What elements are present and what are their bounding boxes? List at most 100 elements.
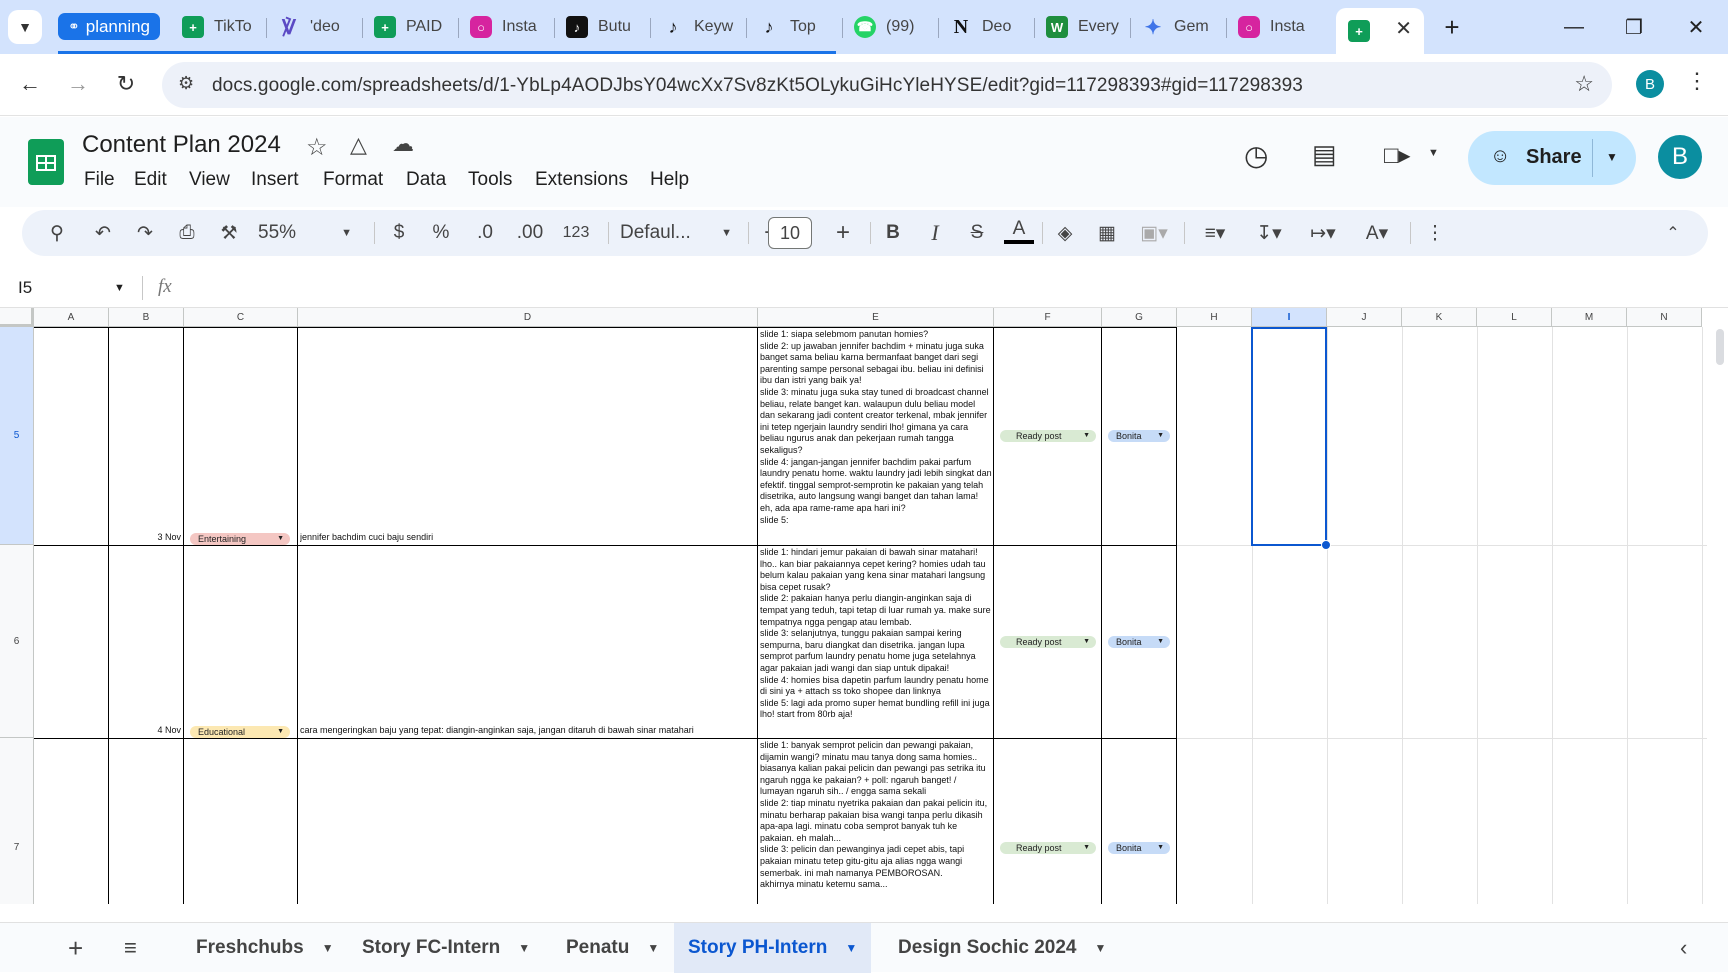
back-button[interactable]: ←: [12, 66, 48, 102]
spreadsheet-grid[interactable]: A B C D E F G H I J K L M N 5 6 7 3 Nov …: [0, 308, 1710, 904]
menu-help[interactable]: Help: [650, 169, 689, 191]
minimize-button[interactable]: —: [1554, 12, 1594, 42]
script-cell[interactable]: slide 1: siapa selebmom panutan homies? …: [760, 329, 992, 544]
date-cell[interactable]: 4 Nov: [110, 725, 181, 737]
undo-icon[interactable]: ↶: [88, 218, 118, 248]
script-cell[interactable]: slide 1: banyak semprot pelicin dan pewa…: [760, 740, 992, 900]
merge-cells-icon[interactable]: ▣▾: [1134, 218, 1174, 248]
owner-chip[interactable]: Bonita ▼: [1108, 430, 1170, 442]
menu-data[interactable]: Data: [406, 169, 446, 191]
vertical-scroll-thumb[interactable]: [1716, 329, 1724, 365]
share-dropdown-icon[interactable]: ▼: [1606, 150, 1618, 164]
text-color-button[interactable]: A: [1004, 218, 1034, 244]
column-header-a[interactable]: A: [34, 308, 109, 327]
vertical-scrollbar[interactable]: [1712, 327, 1728, 907]
sheet-tab-design-sochic-2024[interactable]: Design Sochic 2024 ▼: [898, 923, 1106, 973]
currency-format-button[interactable]: $: [384, 218, 414, 248]
paint-format-icon[interactable]: ⚒: [214, 218, 244, 248]
name-box[interactable]: I5: [18, 278, 32, 298]
redo-icon[interactable]: ↷: [130, 218, 160, 248]
column-header-j[interactable]: J: [1327, 308, 1402, 327]
browser-tab[interactable]: ○ Insta: [1226, 8, 1322, 46]
browser-tab[interactable]: W Every: [1034, 8, 1130, 46]
horizontal-align-icon[interactable]: ≡▾: [1194, 218, 1236, 248]
row-header-6[interactable]: 6: [0, 545, 34, 738]
selected-cell-i5[interactable]: [1251, 327, 1327, 546]
browser-tab[interactable]: ✦ Gem: [1130, 8, 1226, 46]
title-cell[interactable]: jennifer bachdim cuci baju sendiri: [300, 532, 755, 544]
menu-tools[interactable]: Tools: [468, 169, 512, 191]
browser-tab-active[interactable]: + ✕: [1336, 8, 1424, 54]
reload-button[interactable]: ↻: [108, 66, 144, 102]
vertical-align-icon[interactable]: ↧▾: [1248, 218, 1290, 248]
menu-extensions[interactable]: Extensions: [535, 169, 628, 191]
search-menus-icon[interactable]: ⚲: [42, 218, 72, 248]
column-header-m[interactable]: M: [1552, 308, 1627, 327]
browser-tab[interactable]: N Deo: [938, 8, 1034, 46]
borders-icon[interactable]: ▦: [1092, 218, 1122, 248]
fill-color-icon[interactable]: ◈: [1050, 218, 1080, 248]
site-info-icon[interactable]: ⚙: [178, 73, 194, 94]
new-tab-button[interactable]: +: [1432, 12, 1472, 42]
percent-format-button[interactable]: %: [426, 218, 456, 248]
status-chip[interactable]: Ready post ▼: [1000, 636, 1096, 648]
sheet-tab-story-fc-intern[interactable]: Story FC-Intern ▼: [362, 923, 530, 973]
status-chip[interactable]: Ready post ▼: [1000, 842, 1096, 854]
meet-icon[interactable]: □▸: [1384, 141, 1411, 170]
version-history-icon[interactable]: ◷: [1244, 139, 1268, 172]
fill-handle[interactable]: [1321, 540, 1331, 550]
owner-chip[interactable]: Bonita ▼: [1108, 842, 1170, 854]
browser-tab[interactable]: ♪ Butu: [554, 8, 650, 46]
all-sheets-button[interactable]: ≡: [124, 935, 137, 961]
cloud-status-icon[interactable]: ☁: [392, 131, 414, 157]
star-icon[interactable]: ☆: [306, 133, 328, 162]
menu-view[interactable]: View: [189, 169, 230, 191]
column-header-c[interactable]: C: [184, 308, 298, 327]
move-to-drive-icon[interactable]: △: [350, 132, 367, 158]
document-title[interactable]: Content Plan 2024: [82, 131, 281, 159]
text-rotation-icon[interactable]: A▾: [1356, 218, 1398, 248]
close-tab-icon[interactable]: ✕: [1395, 16, 1412, 41]
select-all-corner[interactable]: [0, 308, 34, 327]
column-header-i[interactable]: I: [1252, 308, 1327, 327]
close-window-button[interactable]: ✕: [1676, 12, 1716, 42]
category-chip[interactable]: Entertaining ▼: [190, 533, 290, 545]
sheets-logo-icon[interactable]: [28, 139, 64, 185]
scroll-tabs-left-button[interactable]: ‹: [1680, 935, 1687, 961]
increase-font-size-button[interactable]: +: [828, 218, 858, 248]
column-header-g[interactable]: G: [1102, 308, 1177, 327]
status-chip[interactable]: Ready post ▼: [1000, 430, 1096, 442]
column-header-n[interactable]: N: [1627, 308, 1702, 327]
tab-search-button[interactable]: ▼: [8, 10, 42, 44]
column-header-f[interactable]: F: [994, 308, 1102, 327]
browser-tab[interactable]: + TikTo: [170, 8, 266, 46]
profile-avatar[interactable]: B: [1636, 70, 1664, 98]
column-header-l[interactable]: L: [1477, 308, 1552, 327]
script-cell[interactable]: slide 1: hindari jemur pakaian di bawah …: [760, 547, 992, 737]
zoom-select[interactable]: 55% ▼: [258, 218, 362, 248]
tab-group-chip[interactable]: ⚭ planning: [58, 13, 161, 40]
italic-button[interactable]: I: [920, 218, 950, 248]
address-bar[interactable]: ⚙ docs.google.com/spreadsheets/d/1-YbLp4…: [162, 62, 1612, 108]
font-size-input[interactable]: 10: [768, 217, 812, 249]
browser-tab[interactable]: ♪ Top: [746, 8, 842, 46]
browser-tab[interactable]: ♪ Keyw: [650, 8, 746, 46]
account-avatar[interactable]: B: [1658, 135, 1702, 179]
comments-icon[interactable]: ▤: [1312, 139, 1337, 170]
bold-button[interactable]: B: [878, 218, 908, 248]
browser-tab[interactable]: ○ Insta: [458, 8, 554, 46]
formula-input[interactable]: [196, 274, 1696, 302]
browser-tab[interactable]: ☎ (99): [842, 8, 938, 46]
browser-menu-icon[interactable]: ⋮: [1686, 68, 1708, 94]
font-family-select[interactable]: Defaul... ▼: [620, 218, 738, 248]
column-header-b[interactable]: B: [109, 308, 184, 327]
sheet-tab-penatu[interactable]: Penatu ▼: [566, 923, 659, 973]
chevron-down-icon[interactable]: ▼: [1428, 147, 1439, 159]
owner-chip[interactable]: Bonita ▼: [1108, 636, 1170, 648]
forward-button[interactable]: →: [60, 66, 96, 102]
bookmark-star-icon[interactable]: ☆: [1574, 71, 1594, 97]
text-wrapping-icon[interactable]: ↦▾: [1302, 218, 1344, 248]
menu-edit[interactable]: Edit: [134, 169, 167, 191]
restore-button[interactable]: ❐: [1614, 12, 1654, 42]
column-header-h[interactable]: H: [1177, 308, 1252, 327]
